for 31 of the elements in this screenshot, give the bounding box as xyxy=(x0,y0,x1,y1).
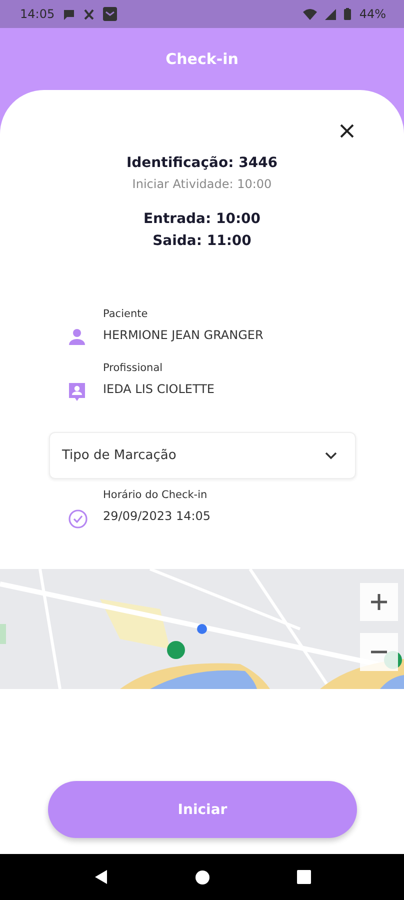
field-label: Paciente xyxy=(103,308,149,320)
check-circle-icon xyxy=(68,509,88,529)
minus-icon xyxy=(370,650,388,654)
app-icon xyxy=(102,7,117,21)
battery-icon xyxy=(344,8,352,20)
signal-icon xyxy=(325,8,336,20)
chevron-down-icon xyxy=(325,452,337,460)
field-value: HERMIONE JEAN GRANGER xyxy=(103,328,264,344)
person-icon xyxy=(68,328,86,346)
close-icon xyxy=(340,124,354,138)
contact-icon xyxy=(68,382,86,402)
start-activity-text: Iniciar Atividade: 10:00 xyxy=(132,176,272,193)
field-value: IEDA LIS CIOLETTE xyxy=(103,382,216,398)
chat-icon xyxy=(62,8,75,20)
field-label: Horário do Check-in xyxy=(103,489,208,501)
recents-icon[interactable] xyxy=(296,870,310,884)
zoom-out-button[interactable] xyxy=(360,633,398,671)
zoom-in-button[interactable] xyxy=(360,583,398,621)
screen-title: Check-in xyxy=(166,50,238,68)
identification-text: Identificação: 3446 xyxy=(126,154,278,173)
checkin-time: 29/09/2023 14:05 xyxy=(103,509,212,525)
status-time: 14:05 xyxy=(20,7,55,21)
wifi-icon xyxy=(303,8,318,20)
exit-time: Saida: 11:00 xyxy=(152,232,252,251)
back-icon[interactable] xyxy=(94,869,108,885)
home-icon[interactable] xyxy=(194,870,210,884)
field-label: Profissional xyxy=(103,362,164,374)
plus-icon xyxy=(370,593,388,611)
entry-time: Entrada: 10:00 xyxy=(143,210,261,229)
battery-percent: 44% xyxy=(359,7,386,21)
marking-type-dropdown[interactable]: Tipo de Marcação xyxy=(49,432,356,479)
